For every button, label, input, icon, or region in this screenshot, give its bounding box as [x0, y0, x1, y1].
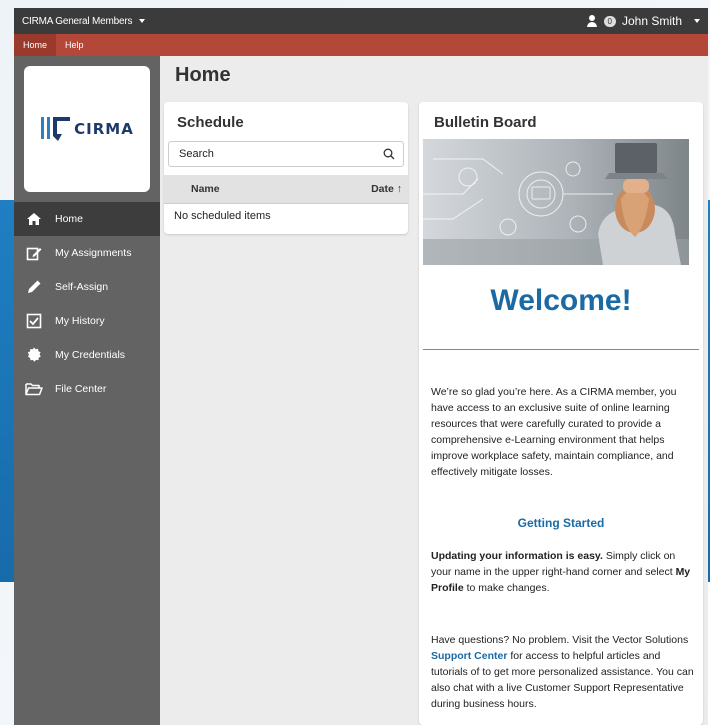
nav-help[interactable]: Help — [56, 34, 93, 56]
edit-icon — [25, 245, 43, 261]
getting-started-heading: Getting Started — [517, 516, 605, 530]
user-name[interactable]: John Smith — [622, 14, 682, 28]
badge-icon — [25, 347, 43, 363]
notification-badge[interactable]: 0 — [603, 15, 616, 27]
folder-open-icon — [25, 381, 43, 397]
user-menu[interactable]: 0 John Smith — [586, 14, 700, 28]
intro-paragraph: We’re so glad you’re here. As a CIRMA me… — [431, 386, 677, 478]
side-menu: Home My Assignments Self-Assign My Histo… — [14, 202, 160, 406]
support-paragraph: Have questions? No problem. Visit the Ve… — [431, 632, 696, 712]
welcome-heading: Welcome! — [490, 284, 632, 317]
schedule-search-input[interactable]: Search — [168, 141, 404, 167]
logo-text: CIRMA — [74, 120, 134, 138]
update-info-paragraph: Updating your information is easy. Simpl… — [431, 548, 696, 596]
home-icon — [25, 211, 43, 227]
hero-image — [423, 139, 689, 265]
main-content: Home Schedule Search Name Date ↑ No sche… — [160, 56, 708, 725]
bulletin-title: Bulletin Board — [434, 114, 537, 131]
sidebar-item-label: File Center — [55, 383, 107, 395]
bulletin-board-card: Bulletin Board Welcome! We’re so glad yo… — [419, 102, 703, 725]
search-placeholder: Search — [179, 148, 214, 160]
sidebar-item-label: Self-Assign — [55, 281, 109, 293]
org-name: CIRMA General Members — [22, 15, 133, 27]
org-switcher[interactable]: CIRMA General Members — [22, 15, 146, 27]
divider — [423, 349, 699, 350]
sidebar-item-my-credentials[interactable]: My Credentials — [14, 338, 160, 372]
caret-down-icon — [694, 19, 700, 23]
cirma-logo: CIRMA — [40, 114, 134, 144]
caret-down-icon — [139, 19, 146, 23]
nav-bar: Home Help — [14, 34, 708, 56]
sidebar-item-my-history[interactable]: My History — [14, 304, 160, 338]
app-window: CIRMA General Members 0 John Smith Home … — [14, 8, 708, 725]
column-header-date[interactable]: Date ↑ — [371, 183, 402, 195]
column-header-name[interactable]: Name — [191, 183, 220, 195]
logo-mark-icon — [41, 117, 71, 141]
checkbox-icon — [25, 313, 43, 329]
update-info-text-b: to make changes. — [463, 582, 550, 594]
logo-card: CIRMA — [24, 66, 150, 192]
sidebar-item-home[interactable]: Home — [14, 202, 160, 236]
sidebar-item-label: My Assignments — [55, 247, 132, 259]
schedule-table-header: Name Date ↑ — [164, 175, 408, 203]
search-icon[interactable] — [383, 148, 395, 160]
sidebar-item-my-assignments[interactable]: My Assignments — [14, 236, 160, 270]
schedule-card: Schedule Search Name Date ↑ No scheduled… — [164, 102, 408, 234]
support-center-link[interactable]: Support Center — [431, 650, 507, 662]
top-bar: CIRMA General Members 0 John Smith — [14, 8, 708, 34]
sidebar: CIRMA Home My Assignments Self-Assign My… — [14, 56, 160, 725]
empty-row: No scheduled items — [164, 203, 408, 227]
schedule-title: Schedule — [177, 114, 244, 131]
sidebar-item-label: Home — [55, 213, 84, 225]
support-text-a: Have questions? No problem. Visit the Ve… — [431, 634, 689, 646]
pencil-icon — [25, 279, 43, 295]
sidebar-item-label: My History — [55, 315, 105, 327]
user-icon — [586, 15, 598, 27]
sidebar-item-label: My Credentials — [55, 349, 126, 361]
nav-home[interactable]: Home — [14, 34, 57, 56]
update-info-bold: Updating your information is easy. — [431, 550, 603, 562]
page-title: Home — [175, 64, 231, 86]
sidebar-item-file-center[interactable]: File Center — [14, 372, 160, 406]
sidebar-item-self-assign[interactable]: Self-Assign — [14, 270, 160, 304]
